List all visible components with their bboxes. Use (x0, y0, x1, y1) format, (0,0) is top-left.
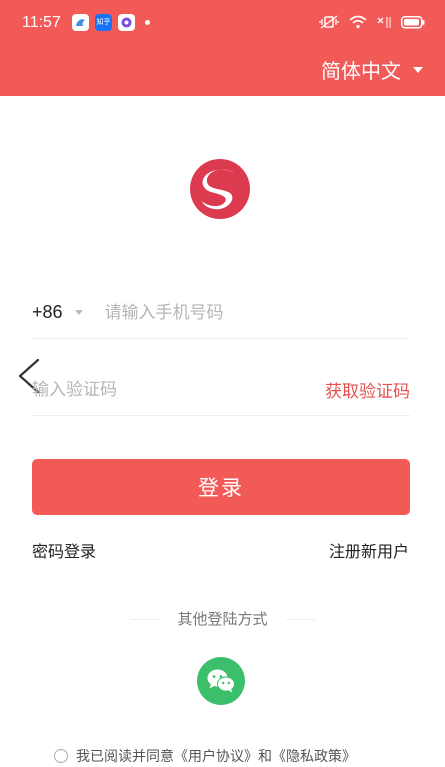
notification-dot (145, 20, 150, 25)
status-bar: 11:57 知乎 (0, 0, 445, 48)
agreement-and: 和 (258, 749, 272, 765)
chevron-down-icon[interactable] (74, 310, 83, 315)
wifi-icon (349, 15, 367, 29)
verification-code-input[interactable] (32, 379, 325, 400)
chat-app-icon (118, 14, 135, 31)
agreement-row: 我已阅读并同意 《用户协议》 和 《隐私政策》 (54, 746, 356, 766)
chevron-down-icon (413, 66, 423, 73)
divider-right (286, 619, 316, 620)
language-label: 简体中文 (321, 59, 401, 83)
vibrate-icon (319, 15, 339, 29)
zhihu-app-label: 知乎 (96, 18, 111, 26)
login-button[interactable]: 登录 (32, 459, 410, 515)
register-link[interactable]: 注册新用户 (329, 538, 409, 562)
signal-icon (377, 17, 391, 28)
agreement-checkbox[interactable] (54, 749, 68, 763)
get-code-button[interactable]: 获取验证码 (325, 377, 410, 402)
privacy-policy-link[interactable]: 《隐私政策》 (272, 746, 356, 766)
other-login-label: 其他登陆方式 (177, 610, 268, 628)
agreement-prefix: 我已阅读并同意 (76, 749, 174, 765)
country-code-select[interactable]: +86 (32, 302, 63, 323)
phone-row: +86 (32, 287, 410, 339)
wechat-icon (207, 669, 235, 693)
language-select[interactable]: 简体中文 (321, 55, 423, 84)
status-indicators (319, 14, 425, 30)
verification-row: 获取验证码 (32, 364, 410, 416)
header-bar: 11:57 知乎 简体中文 (0, 0, 445, 96)
password-login-link[interactable]: 密码登录 (32, 538, 96, 562)
zhihu-app-icon: 知乎 (95, 14, 112, 31)
phone-input[interactable] (104, 302, 410, 323)
app-logo (190, 159, 250, 219)
bird-app-icon (72, 14, 89, 31)
user-agreement-link[interactable]: 《用户协议》 (174, 746, 258, 766)
status-time: 11:57 (22, 14, 61, 31)
wechat-login-button[interactable] (197, 657, 245, 705)
battery-icon (401, 15, 425, 28)
status-app-icons: 知乎 (72, 14, 150, 31)
